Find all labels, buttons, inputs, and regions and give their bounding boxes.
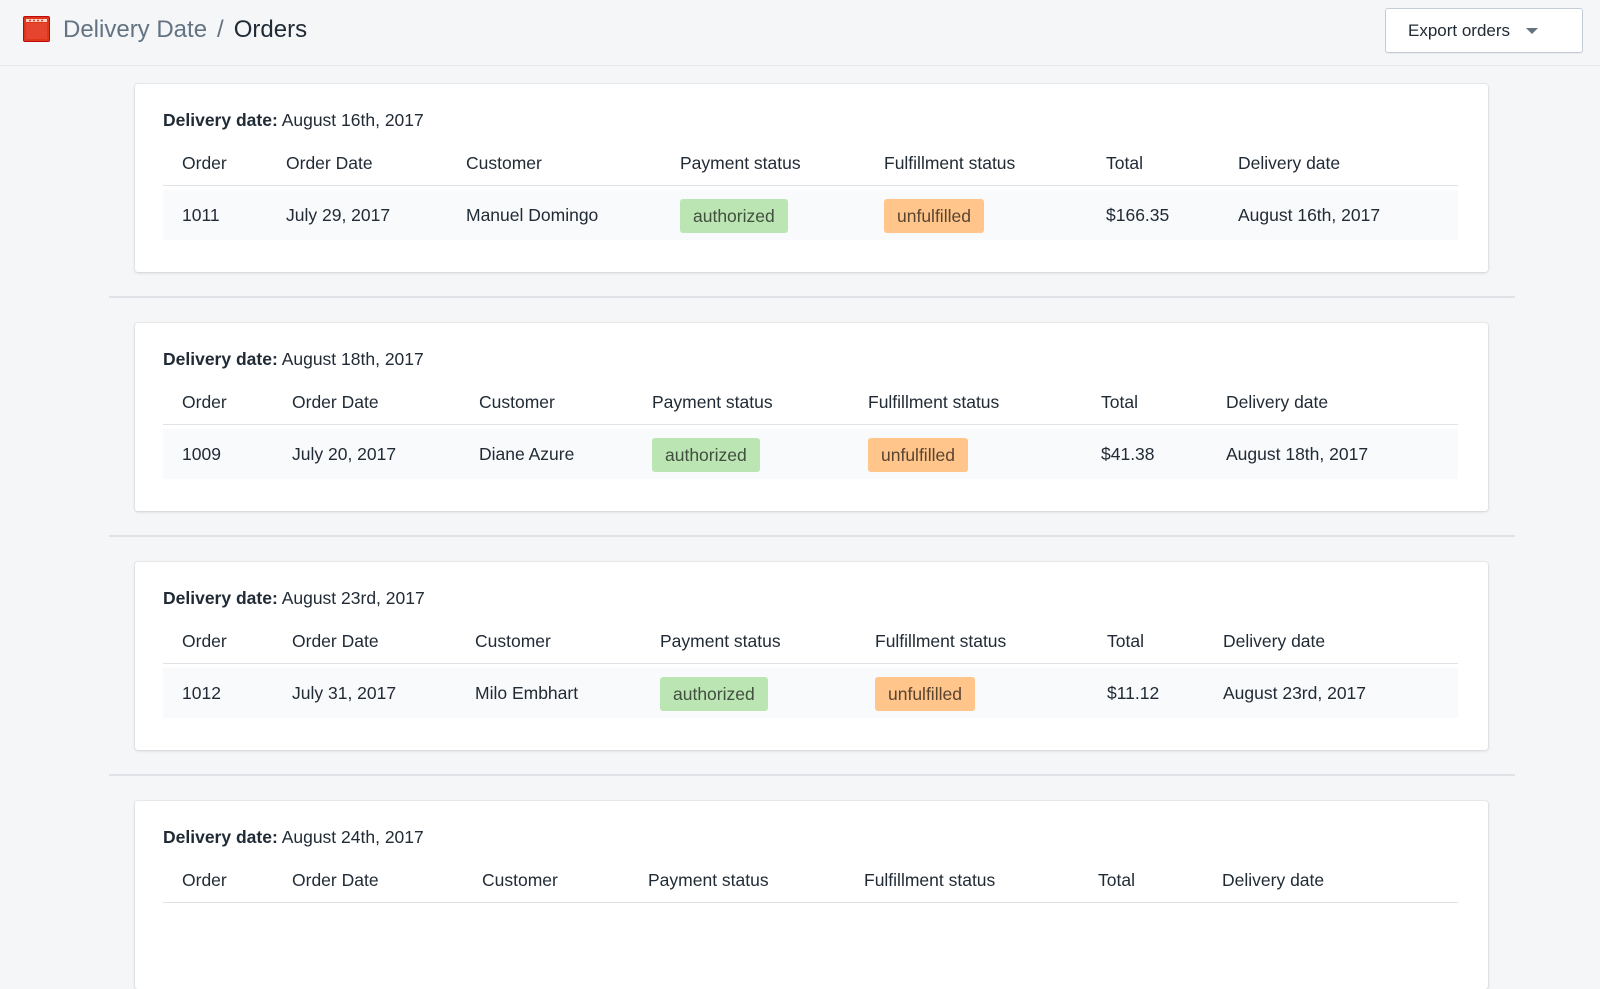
order-number-link[interactable]: 1009 (182, 429, 221, 479)
column-header-customer[interactable]: Customer (482, 865, 558, 895)
order-date: July 20, 2017 (292, 444, 397, 464)
column-header-order[interactable]: Order (182, 865, 227, 895)
column-header-payment-status[interactable]: Payment status (652, 387, 773, 417)
column-header-order-date[interactable]: Order Date (292, 626, 379, 656)
group-title-label: Delivery date: (163, 349, 278, 369)
order-date: July 29, 2017 (286, 205, 391, 225)
delivery-group-card: Delivery date: August 23rd, 2017 Order O… (135, 562, 1488, 750)
group-title-label: Delivery date: (163, 588, 278, 608)
column-header-order-date[interactable]: Order Date (292, 865, 379, 895)
payment-status-badge: authorized (652, 438, 760, 473)
payment-status-badge: authorized (660, 677, 768, 712)
delivery-group-card: Delivery date: August 24th, 2017 Order O… (135, 801, 1488, 989)
column-header-fulfillment-status[interactable]: Fulfillment status (864, 865, 995, 895)
column-header-delivery-date[interactable]: Delivery date (1238, 148, 1340, 178)
delivery-date: August 23rd, 2017 (1223, 683, 1367, 703)
fulfillment-status-badge: unfulfilled (884, 199, 984, 234)
column-header-order-date[interactable]: Order Date (286, 148, 373, 178)
column-header-order[interactable]: Order (182, 387, 227, 417)
table-row[interactable]: 1009 July 20, 2017 Diane Azure authorize… (163, 429, 1458, 479)
breadcrumb-separator: / (217, 16, 224, 43)
group-title: Delivery date: August 24th, 2017 (163, 827, 424, 848)
group-title: Delivery date: August 16th, 2017 (163, 110, 424, 131)
table-header: Order Order Date Customer Payment status… (163, 148, 1458, 186)
order-total: $166.35 (1106, 205, 1170, 225)
column-header-total[interactable]: Total (1098, 865, 1135, 895)
calendar-icon (23, 16, 50, 42)
order-number-link[interactable]: 1011 (182, 190, 220, 240)
payment-status-badge: authorized (680, 199, 788, 234)
column-header-order[interactable]: Order (182, 148, 227, 178)
table-header: Order Order Date Customer Payment status… (163, 865, 1458, 903)
column-header-customer[interactable]: Customer (475, 626, 551, 656)
column-header-fulfillment-status[interactable]: Fulfillment status (868, 387, 999, 417)
column-header-payment-status[interactable]: Payment status (660, 626, 781, 656)
customer-name: Manuel Domingo (466, 205, 599, 225)
table-row[interactable]: 1012 July 31, 2017 Milo Embhart authoriz… (163, 668, 1458, 718)
group-title-label: Delivery date: (163, 110, 278, 130)
order-total: $41.38 (1101, 444, 1155, 464)
delivery-group-card: Delivery date: August 16th, 2017 Order O… (135, 84, 1488, 272)
column-header-order[interactable]: Order (182, 626, 227, 656)
customer-name: Milo Embhart (475, 683, 579, 703)
order-date: July 31, 2017 (292, 683, 397, 703)
customer-name: Diane Azure (479, 444, 575, 464)
fulfillment-status-badge: unfulfilled (868, 438, 968, 473)
column-header-fulfillment-status[interactable]: Fulfillment status (875, 626, 1006, 656)
table-header: Order Order Date Customer Payment status… (163, 387, 1458, 425)
order-total: $11.12 (1107, 683, 1160, 703)
group-title: Delivery date: August 23rd, 2017 (163, 588, 425, 609)
export-orders-button[interactable]: Export orders (1385, 8, 1583, 53)
group-title-label: Delivery date: (163, 827, 278, 847)
breadcrumb-app-link[interactable]: Delivery Date (63, 16, 207, 43)
column-header-delivery-date[interactable]: Delivery date (1226, 387, 1328, 417)
delivery-group-card: Delivery date: August 18th, 2017 Order O… (135, 323, 1488, 511)
group-title-date: August 23rd, 2017 (281, 588, 425, 608)
column-header-delivery-date[interactable]: Delivery date (1223, 626, 1325, 656)
group-divider (109, 774, 1515, 776)
column-header-delivery-date[interactable]: Delivery date (1222, 865, 1324, 895)
group-title-date: August 16th, 2017 (281, 110, 424, 130)
group-divider (109, 296, 1515, 298)
breadcrumb: Delivery Date / Orders (63, 14, 307, 46)
top-bar: Delivery Date / Orders Export orders (0, 0, 1600, 66)
table-header: Order Order Date Customer Payment status… (163, 626, 1458, 664)
group-title-date: August 24th, 2017 (281, 827, 424, 847)
column-header-payment-status[interactable]: Payment status (648, 865, 769, 895)
column-header-order-date[interactable]: Order Date (292, 387, 379, 417)
group-title: Delivery date: August 18th, 2017 (163, 349, 424, 370)
delivery-date: August 16th, 2017 (1238, 205, 1381, 225)
column-header-total[interactable]: Total (1101, 387, 1138, 417)
column-header-payment-status[interactable]: Payment status (680, 148, 801, 178)
fulfillment-status-badge: unfulfilled (875, 677, 975, 712)
delivery-date: August 18th, 2017 (1226, 444, 1369, 464)
caret-down-icon (1526, 27, 1539, 34)
column-header-customer[interactable]: Customer (466, 148, 542, 178)
column-header-customer[interactable]: Customer (479, 387, 555, 417)
column-header-total[interactable]: Total (1106, 148, 1143, 178)
page-title: Orders (233, 16, 308, 43)
column-header-total[interactable]: Total (1107, 626, 1144, 656)
table-row[interactable]: 1011 July 29, 2017 Manuel Domingo author… (163, 190, 1458, 240)
export-orders-label: Export orders (1408, 20, 1511, 40)
group-divider (109, 535, 1515, 537)
column-header-fulfillment-status[interactable]: Fulfillment status (884, 148, 1015, 178)
order-number-link[interactable]: 1012 (182, 668, 221, 718)
group-title-date: August 18th, 2017 (281, 349, 424, 369)
